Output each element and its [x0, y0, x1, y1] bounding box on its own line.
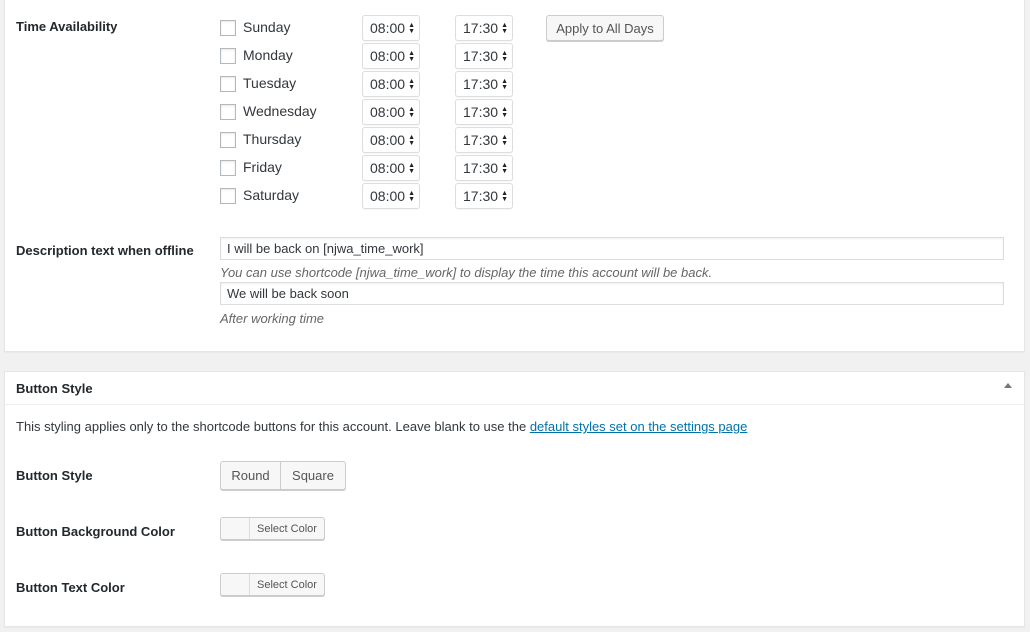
- after-working-time-hint: After working time: [220, 311, 325, 326]
- day-label: Saturday: [243, 187, 300, 203]
- day-checkbox-tuesday[interactable]: [220, 76, 236, 92]
- collapse-arrow-icon[interactable]: [1004, 383, 1012, 388]
- day-checkbox-wednesday[interactable]: [220, 104, 236, 120]
- end-time-select[interactable]: 17:30 ▲ ▼: [455, 155, 513, 181]
- button-text-color-label: Button Text Color: [16, 580, 125, 595]
- end-time-select[interactable]: 17:30 ▲ ▼: [455, 43, 513, 69]
- end-time-select[interactable]: 17:30 ▲ ▼: [455, 15, 513, 41]
- background-color-swatch[interactable]: [221, 518, 250, 539]
- end-time-select[interactable]: 17:30 ▲ ▼: [455, 127, 513, 153]
- day-checkbox-monday[interactable]: [220, 48, 236, 64]
- select-arrows-icon: ▲ ▼: [501, 22, 508, 35]
- day-label: Friday: [243, 159, 282, 175]
- round-style-button[interactable]: Round: [221, 462, 281, 489]
- start-time-select[interactable]: 08:00 ▲ ▼: [362, 183, 420, 209]
- offline-description-hint: You can use shortcode [njwa_time_work] t…: [220, 265, 713, 280]
- background-select-color-button[interactable]: Select Color: [250, 518, 324, 539]
- end-time-value: 17:30: [463, 188, 499, 204]
- select-arrows-icon: ▲ ▼: [408, 50, 415, 63]
- button-style-toggle-group: Round Square: [220, 461, 346, 490]
- start-time-select[interactable]: 08:00 ▲ ▼: [362, 127, 420, 153]
- button-style-label: Button Style: [16, 468, 93, 483]
- day-row-wednesday: Wednesday 08:00 ▲ ▼ 17:30 ▲ ▼: [5, 99, 705, 125]
- day-label: Thursday: [243, 131, 302, 147]
- start-time-select[interactable]: 08:00 ▲ ▼: [362, 155, 420, 181]
- select-arrows-icon: ▲ ▼: [501, 190, 508, 203]
- select-arrows-icon: ▲ ▼: [408, 190, 415, 203]
- day-checkbox-thursday[interactable]: [220, 132, 236, 148]
- button-style-intro: This styling applies only to the shortco…: [16, 419, 747, 434]
- default-styles-link[interactable]: default styles set on the settings page: [530, 419, 748, 434]
- start-time-value: 08:00: [370, 188, 406, 204]
- select-arrows-icon: ▲ ▼: [408, 78, 415, 91]
- start-time-select[interactable]: 08:00 ▲ ▼: [362, 99, 420, 125]
- button-background-color-label: Button Background Color: [16, 524, 175, 539]
- after-working-time-input[interactable]: We will be back soon: [220, 282, 1004, 305]
- button-style-panel-title: Button Style: [16, 381, 93, 396]
- select-arrows-icon: ▲ ▼: [501, 50, 508, 63]
- day-checkbox-sunday[interactable]: [220, 20, 236, 36]
- day-label: Tuesday: [243, 75, 297, 91]
- select-arrows-icon: ▲ ▼: [408, 22, 415, 35]
- end-time-select[interactable]: 17:30 ▲ ▼: [455, 71, 513, 97]
- select-arrows-icon: ▲ ▼: [501, 134, 508, 147]
- end-time-value: 17:30: [463, 76, 499, 92]
- day-row-saturday: Saturday 08:00 ▲ ▼ 17:30 ▲ ▼: [5, 183, 705, 209]
- end-time-value: 17:30: [463, 132, 499, 148]
- day-label: Monday: [243, 47, 293, 63]
- day-checkbox-saturday[interactable]: [220, 188, 236, 204]
- square-style-button[interactable]: Square: [281, 462, 345, 489]
- day-row-monday: Monday 08:00 ▲ ▼ 17:30 ▲ ▼: [5, 43, 705, 69]
- end-time-select[interactable]: 17:30 ▲ ▼: [455, 99, 513, 125]
- button-style-panel: Button Style This styling applies only t…: [4, 371, 1025, 627]
- select-arrows-icon: ▲ ▼: [408, 106, 415, 119]
- day-label: Sunday: [243, 19, 291, 35]
- start-time-value: 08:00: [370, 160, 406, 176]
- day-label: Wednesday: [243, 103, 317, 119]
- end-time-value: 17:30: [463, 104, 499, 120]
- text-select-color-button[interactable]: Select Color: [250, 574, 324, 595]
- end-time-value: 17:30: [463, 160, 499, 176]
- start-time-value: 08:00: [370, 104, 406, 120]
- availability-panel: Time Availability Sunday 08:00 ▲ ▼ 17:30 ▲ ▼ Mo…: [4, 0, 1025, 352]
- start-time-select[interactable]: 08:00 ▲ ▼: [362, 71, 420, 97]
- end-time-value: 17:30: [463, 20, 499, 36]
- select-arrows-icon: ▲ ▼: [408, 134, 415, 147]
- apply-to-all-days-button[interactable]: Apply to All Days: [546, 15, 664, 41]
- day-row-tuesday: Tuesday 08:00 ▲ ▼ 17:30 ▲ ▼: [5, 71, 705, 97]
- select-arrows-icon: ▲ ▼: [501, 162, 508, 175]
- end-time-select[interactable]: 17:30 ▲ ▼: [455, 183, 513, 209]
- offline-description-input[interactable]: I will be back on [njwa_time_work]: [220, 237, 1004, 260]
- start-time-value: 08:00: [370, 20, 406, 36]
- button-style-intro-text: This styling applies only to the shortco…: [16, 419, 530, 434]
- start-time-select[interactable]: 08:00 ▲ ▼: [362, 15, 420, 41]
- start-time-value: 08:00: [370, 76, 406, 92]
- select-arrows-icon: ▲ ▼: [501, 78, 508, 91]
- start-time-select[interactable]: 08:00 ▲ ▼: [362, 43, 420, 69]
- start-time-value: 08:00: [370, 48, 406, 64]
- day-row-friday: Friday 08:00 ▲ ▼ 17:30 ▲ ▼: [5, 155, 705, 181]
- background-color-picker[interactable]: Select Color: [220, 517, 325, 540]
- end-time-value: 17:30: [463, 48, 499, 64]
- offline-description-label: Description text when offline: [16, 243, 194, 258]
- text-color-picker[interactable]: Select Color: [220, 573, 325, 596]
- button-style-panel-header[interactable]: Button Style: [5, 372, 1024, 405]
- start-time-value: 08:00: [370, 132, 406, 148]
- text-color-swatch[interactable]: [221, 574, 250, 595]
- day-checkbox-friday[interactable]: [220, 160, 236, 176]
- select-arrows-icon: ▲ ▼: [408, 162, 415, 175]
- select-arrows-icon: ▲ ▼: [501, 106, 508, 119]
- day-row-thursday: Thursday 08:00 ▲ ▼ 17:30 ▲ ▼: [5, 127, 705, 153]
